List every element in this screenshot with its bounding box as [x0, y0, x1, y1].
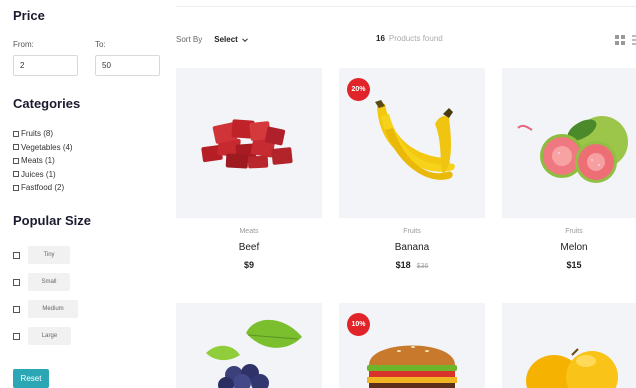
current-price: $15	[566, 260, 582, 270]
checkbox[interactable]	[13, 157, 19, 164]
guava-image	[517, 116, 628, 183]
product-price: $9	[176, 260, 322, 270]
checkbox[interactable]	[13, 332, 20, 340]
category-label: Juices (1)	[21, 169, 56, 179]
size-chip[interactable]: Large	[28, 327, 71, 345]
product-image-mango[interactable]	[502, 303, 636, 388]
beef-image	[201, 119, 293, 169]
sort-select-value[interactable]: Select	[214, 35, 238, 44]
price-from-input[interactable]	[13, 55, 78, 76]
size-option-small[interactable]: Small	[13, 273, 70, 291]
category-label: Fruits (8)	[21, 129, 53, 139]
product-category: Fruits	[403, 228, 421, 235]
product-name[interactable]: Melon	[501, 242, 636, 255]
old-price: $36	[416, 263, 429, 270]
divider	[176, 6, 636, 7]
size-chip[interactable]: Tiny	[28, 246, 70, 264]
products-found: 16 Products found	[376, 34, 443, 43]
product-image-banana[interactable]: 20%	[339, 68, 485, 218]
sort-by-control[interactable]: Sort By Select	[176, 35, 249, 44]
product-category: Fruits	[565, 228, 583, 235]
category-label: Meats (1)	[21, 156, 55, 166]
checkbox[interactable]	[13, 251, 20, 259]
size-chip[interactable]: Medium	[28, 300, 78, 318]
category-item-vegetables[interactable]: Vegetables (4)	[13, 141, 73, 155]
size-chip[interactable]: Small	[28, 273, 70, 291]
grapes-image	[206, 319, 302, 388]
product-info-beef: Meats Beef $9	[176, 228, 322, 270]
checkbox[interactable]	[13, 305, 20, 313]
checkbox[interactable]	[13, 278, 20, 286]
product-info-melon: Fruits Melon $15	[501, 228, 636, 270]
category-item-fastfood[interactable]: Fastfood (2)	[13, 181, 73, 195]
checkbox[interactable]	[13, 171, 19, 178]
filter-sidebar: Price From: To: Categories Fruits (8) Ve…	[0, 0, 170, 388]
product-image-burger[interactable]: 10%	[339, 303, 485, 388]
category-list: Fruits (8) Vegetables (4) Meats (1) Juic…	[13, 127, 73, 195]
product-name[interactable]: Beef	[176, 242, 322, 255]
mango-image	[526, 348, 618, 388]
reset-button[interactable]: Reset	[13, 369, 49, 388]
grid-view-icon[interactable]	[615, 35, 625, 45]
category-item-meats[interactable]: Meats (1)	[13, 154, 73, 168]
price-to-input[interactable]	[95, 55, 160, 76]
current-price: $9	[243, 260, 254, 270]
products-found-label: Products found	[388, 34, 443, 43]
size-option-large[interactable]: Large	[13, 327, 71, 345]
sort-by-label: Sort By	[176, 35, 203, 44]
discount-badge: 10%	[347, 313, 370, 336]
chevron-down-icon[interactable]	[241, 36, 249, 44]
size-option-tiny[interactable]: Tiny	[13, 246, 70, 264]
products-count: 16	[376, 34, 385, 43]
product-info-banana: Fruits Banana $18 $36	[339, 228, 485, 270]
product-price: $15	[501, 260, 636, 270]
category-item-fruits[interactable]: Fruits (8)	[13, 127, 73, 141]
product-image-grapes[interactable]	[176, 303, 322, 388]
size-option-medium[interactable]: Medium	[13, 300, 78, 318]
price-from-label: From:	[13, 40, 34, 49]
price-to-label: To:	[95, 40, 106, 49]
product-price: $18 $36	[339, 260, 485, 270]
checkbox[interactable]	[13, 184, 19, 191]
product-name[interactable]: Banana	[339, 242, 485, 255]
category-label: Fastfood (2)	[21, 183, 65, 193]
discount-badge: 20%	[347, 78, 370, 101]
price-heading: Price	[13, 8, 45, 23]
product-category: Meats	[239, 228, 259, 235]
checkbox[interactable]	[13, 144, 19, 151]
categories-heading: Categories	[13, 96, 81, 111]
category-item-juices[interactable]: Juices (1)	[13, 168, 73, 182]
category-label: Vegetables (4)	[21, 142, 73, 152]
popular-size-heading: Popular Size	[13, 213, 92, 228]
product-image-beef[interactable]	[176, 68, 322, 218]
checkbox[interactable]	[13, 130, 19, 137]
current-price: $18	[395, 260, 411, 270]
product-image-melon[interactable]	[502, 68, 636, 218]
list-view-icon[interactable]	[632, 35, 636, 45]
